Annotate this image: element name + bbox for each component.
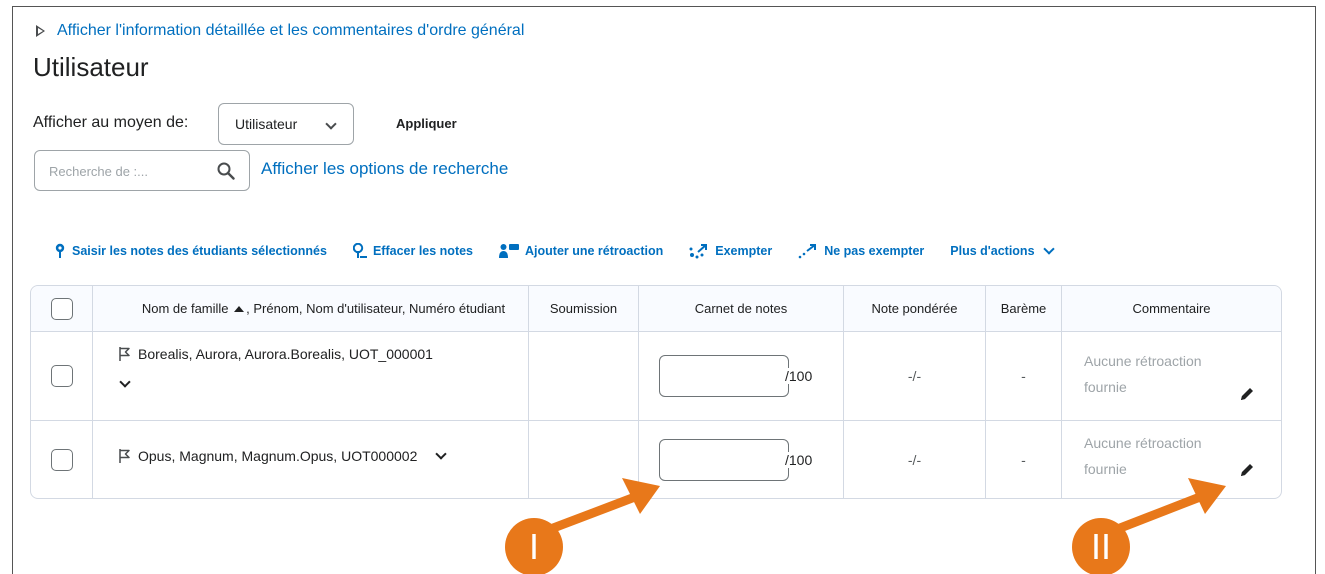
comment-cell: Aucune rétroaction fournie <box>1062 421 1281 498</box>
grades-toolbar: Saisir les notes des étudiants sélection… <box>54 243 1055 259</box>
select-cell <box>31 421 93 498</box>
select-cell <box>31 332 93 421</box>
search-input[interactable] <box>49 161 209 181</box>
scheme-cell: - <box>986 332 1062 421</box>
student-name-cell: Opus, Magnum, Magnum.Opus, UOT000002 <box>93 421 529 498</box>
header-comment: Commentaire <box>1062 286 1281 332</box>
grades-table: Nom de famille , Prénom, Nom d'utilisate… <box>30 285 1282 499</box>
expand-triangle-icon <box>36 25 45 37</box>
search-icon[interactable] <box>217 162 235 180</box>
search-options-link[interactable]: Afficher les options de recherche <box>261 159 508 179</box>
scheme-cell: - <box>986 421 1062 498</box>
sort-ascending-icon <box>234 306 245 313</box>
flag-icon[interactable] <box>119 449 130 463</box>
view-by-select[interactable]: Utilisateur <box>218 103 354 145</box>
pencil-icon[interactable] <box>1239 386 1255 402</box>
exempt-icon <box>689 244 708 259</box>
add-feedback-button[interactable]: Ajouter une rétroaction <box>499 243 663 259</box>
header-scheme: Barème <box>986 286 1062 332</box>
page-title: Utilisateur <box>33 52 149 82</box>
grade-input[interactable] <box>659 438 789 481</box>
exempt-button[interactable]: Exempter <box>689 243 772 259</box>
comment-cell: Aucune rétroaction fournie <box>1062 332 1281 421</box>
select-all-checkbox[interactable] <box>50 297 73 320</box>
unexempt-label: Ne pas exempter <box>824 244 925 258</box>
header-name[interactable]: Nom de famille , Prénom, Nom d'utilisate… <box>93 286 529 332</box>
details-toggle-label: Afficher l'information détaillée et les … <box>57 22 525 39</box>
enter-grades-label: Saisir les notes des étudiants sélection… <box>72 244 327 258</box>
view-by-selected: Utilisateur <box>235 116 298 132</box>
clear-grades-button[interactable]: Effacer les notes <box>352 243 474 259</box>
grade-max: /100 <box>785 451 813 468</box>
student-name: Opus, Magnum, Magnum.Opus, UOT000002 <box>138 448 418 464</box>
row-checkbox[interactable] <box>50 365 73 387</box>
submission-cell <box>529 421 639 498</box>
exempt-label: Exempter <box>715 244 773 258</box>
header-name-rest: , Prénom, Nom d'utilisateur, Numéro étud… <box>246 301 506 316</box>
flag-icon[interactable] <box>119 347 130 361</box>
weighted-grade-cell: -/- <box>844 332 986 421</box>
chevron-down-icon <box>325 118 337 130</box>
header-weighted-grade: Note pondérée <box>844 286 986 332</box>
pin-clear-icon <box>352 243 367 258</box>
chevron-down-icon[interactable] <box>119 376 131 388</box>
unexempt-button[interactable]: Ne pas exempter <box>798 243 924 259</box>
feedback-icon <box>499 244 520 258</box>
grade-max: /100 <box>785 368 813 384</box>
gradebook-cell: /100 <box>639 332 844 421</box>
chevron-down-icon <box>1042 243 1055 255</box>
search-box <box>34 150 250 191</box>
grade-input[interactable] <box>659 355 789 397</box>
table-row: Opus, Magnum, Magnum.Opus, UOT000002 /10… <box>31 421 1281 498</box>
header-gradebook: Carnet de notes <box>639 286 844 332</box>
comment-text-line1: Aucune rétroaction <box>1084 353 1202 369</box>
more-actions-button[interactable]: Plus d'actions <box>950 243 1055 258</box>
submission-cell <box>529 332 639 421</box>
student-name-cell: Borealis, Aurora, Aurora.Borealis, UOT_0… <box>93 332 529 421</box>
annotation-marker-2: II <box>1072 518 1130 574</box>
table-row: Borealis, Aurora, Aurora.Borealis, UOT_0… <box>31 332 1281 421</box>
more-actions-label: Plus d'actions <box>950 244 1035 258</box>
header-name-sort: Nom de famille <box>141 301 229 316</box>
apply-button[interactable]: Appliquer <box>396 116 457 131</box>
header-submission: Soumission <box>529 286 639 332</box>
details-toggle-link[interactable]: Afficher l'information détaillée et les … <box>36 22 524 40</box>
view-by-label: Afficher au moyen de: <box>33 114 189 131</box>
pin-icon <box>55 243 65 258</box>
enter-grades-button[interactable]: Saisir les notes des étudiants sélection… <box>54 243 327 259</box>
weighted-grade-cell: -/- <box>844 421 986 498</box>
comment-text-line1: Aucune rétroaction <box>1084 435 1202 451</box>
clear-grades-label: Effacer les notes <box>372 244 474 258</box>
student-name: Borealis, Aurora, Aurora.Borealis, UOT_0… <box>138 346 433 362</box>
header-select-cell <box>31 286 93 332</box>
add-feedback-label: Ajouter une rétroaction <box>525 244 664 258</box>
annotation-marker-1: I <box>505 518 563 574</box>
chevron-down-icon[interactable] <box>435 448 448 460</box>
gradebook-cell: /100 <box>639 421 844 498</box>
row-checkbox[interactable] <box>50 448 73 471</box>
pencil-icon[interactable] <box>1239 462 1255 478</box>
unexempt-icon <box>798 244 817 259</box>
